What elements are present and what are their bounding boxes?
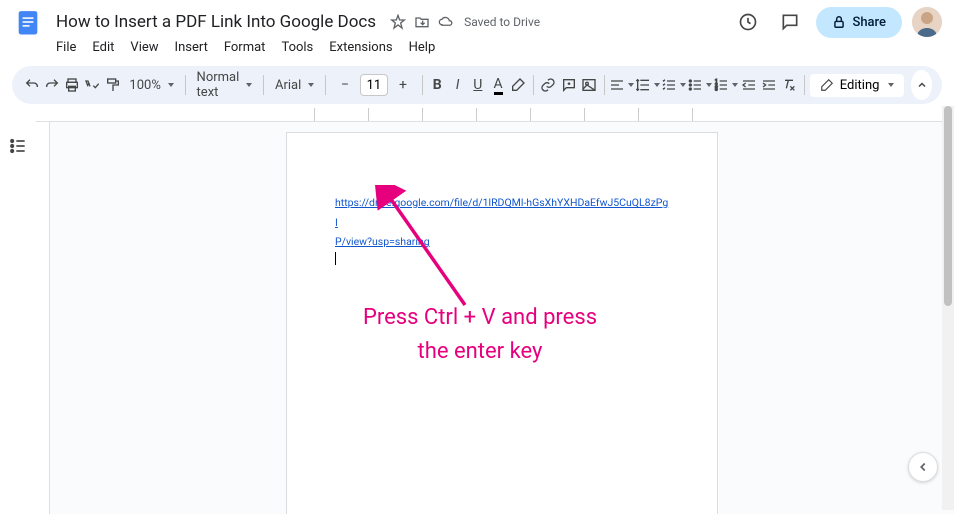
text-cursor <box>335 252 336 265</box>
bulleted-list-button[interactable] <box>687 71 712 99</box>
italic-button[interactable]: I <box>448 71 467 99</box>
indent-decrease-button[interactable] <box>739 71 758 99</box>
menu-insert[interactable]: Insert <box>167 38 216 62</box>
highlight-button[interactable] <box>509 71 528 99</box>
paint-format-button[interactable] <box>103 71 122 99</box>
menu-file[interactable]: File <box>48 38 84 62</box>
style-dropdown[interactable]: Normal text <box>191 71 259 99</box>
document-canvas[interactable]: https://drive.google.com/file/d/1lRDQMl-… <box>50 122 954 514</box>
menu-extensions[interactable]: Extensions <box>321 38 400 62</box>
font-size-increase[interactable]: + <box>389 71 417 99</box>
numbered-list-button[interactable]: 123 <box>713 71 738 99</box>
comments-icon[interactable] <box>774 6 806 38</box>
scrollbar-thumb[interactable] <box>944 106 952 306</box>
save-status: Saved to Drive <box>464 15 540 29</box>
bold-button[interactable]: B <box>428 71 447 99</box>
move-folder-icon[interactable] <box>414 14 430 30</box>
align-button[interactable] <box>609 71 634 99</box>
collapse-toolbar-button[interactable] <box>911 70 932 100</box>
pasted-link[interactable]: https://drive.google.com/file/d/1lRDQMl-… <box>335 197 668 248</box>
menu-edit[interactable]: Edit <box>84 38 122 62</box>
editing-mode-button[interactable]: Editing <box>810 74 905 97</box>
insert-image-button[interactable] <box>579 71 598 99</box>
vertical-ruler[interactable] <box>36 122 50 514</box>
insert-link-button[interactable] <box>539 71 558 99</box>
share-label: Share <box>852 15 886 30</box>
vertical-scrollbar[interactable] <box>942 106 954 510</box>
outline-toggle-button[interactable] <box>4 132 32 160</box>
document-title[interactable]: How to Insert a PDF Link Into Google Doc… <box>50 11 382 33</box>
menu-tools[interactable]: Tools <box>273 38 321 62</box>
zoom-dropdown[interactable]: 100% <box>123 71 179 99</box>
undo-button[interactable] <box>22 71 41 99</box>
spellcheck-button[interactable] <box>83 71 102 99</box>
history-icon[interactable] <box>732 6 764 38</box>
document-page[interactable]: https://drive.google.com/file/d/1lRDQMl-… <box>286 132 718 514</box>
account-avatar[interactable] <box>912 7 942 37</box>
horizontal-ruler[interactable] <box>36 108 954 122</box>
print-button[interactable] <box>63 71 82 99</box>
font-size-decrease[interactable]: − <box>331 71 359 99</box>
font-dropdown[interactable]: Arial <box>269 71 320 99</box>
menubar: File Edit View Insert Format Tools Exten… <box>0 38 954 62</box>
indent-increase-button[interactable] <box>760 71 779 99</box>
share-button[interactable]: Share <box>816 7 902 38</box>
font-size-input[interactable] <box>360 74 388 96</box>
explore-button[interactable] <box>908 452 938 482</box>
checklist-button[interactable] <box>661 71 686 99</box>
menu-view[interactable]: View <box>122 38 166 62</box>
underline-button[interactable]: U <box>468 71 487 99</box>
add-comment-button[interactable] <box>559 71 578 99</box>
docs-logo[interactable] <box>12 6 44 38</box>
menu-format[interactable]: Format <box>216 38 274 62</box>
redo-button[interactable] <box>42 71 61 99</box>
menu-help[interactable]: Help <box>401 38 444 62</box>
line-spacing-button[interactable] <box>635 71 660 99</box>
toolbar: 100% Normal text Arial − + B I U A 123 E… <box>12 66 942 104</box>
star-icon[interactable] <box>390 14 406 30</box>
svg-text:3: 3 <box>715 86 718 92</box>
cloud-saved-icon[interactable] <box>438 14 454 30</box>
clear-formatting-button[interactable] <box>780 71 799 99</box>
text-color-button[interactable]: A <box>488 71 507 99</box>
